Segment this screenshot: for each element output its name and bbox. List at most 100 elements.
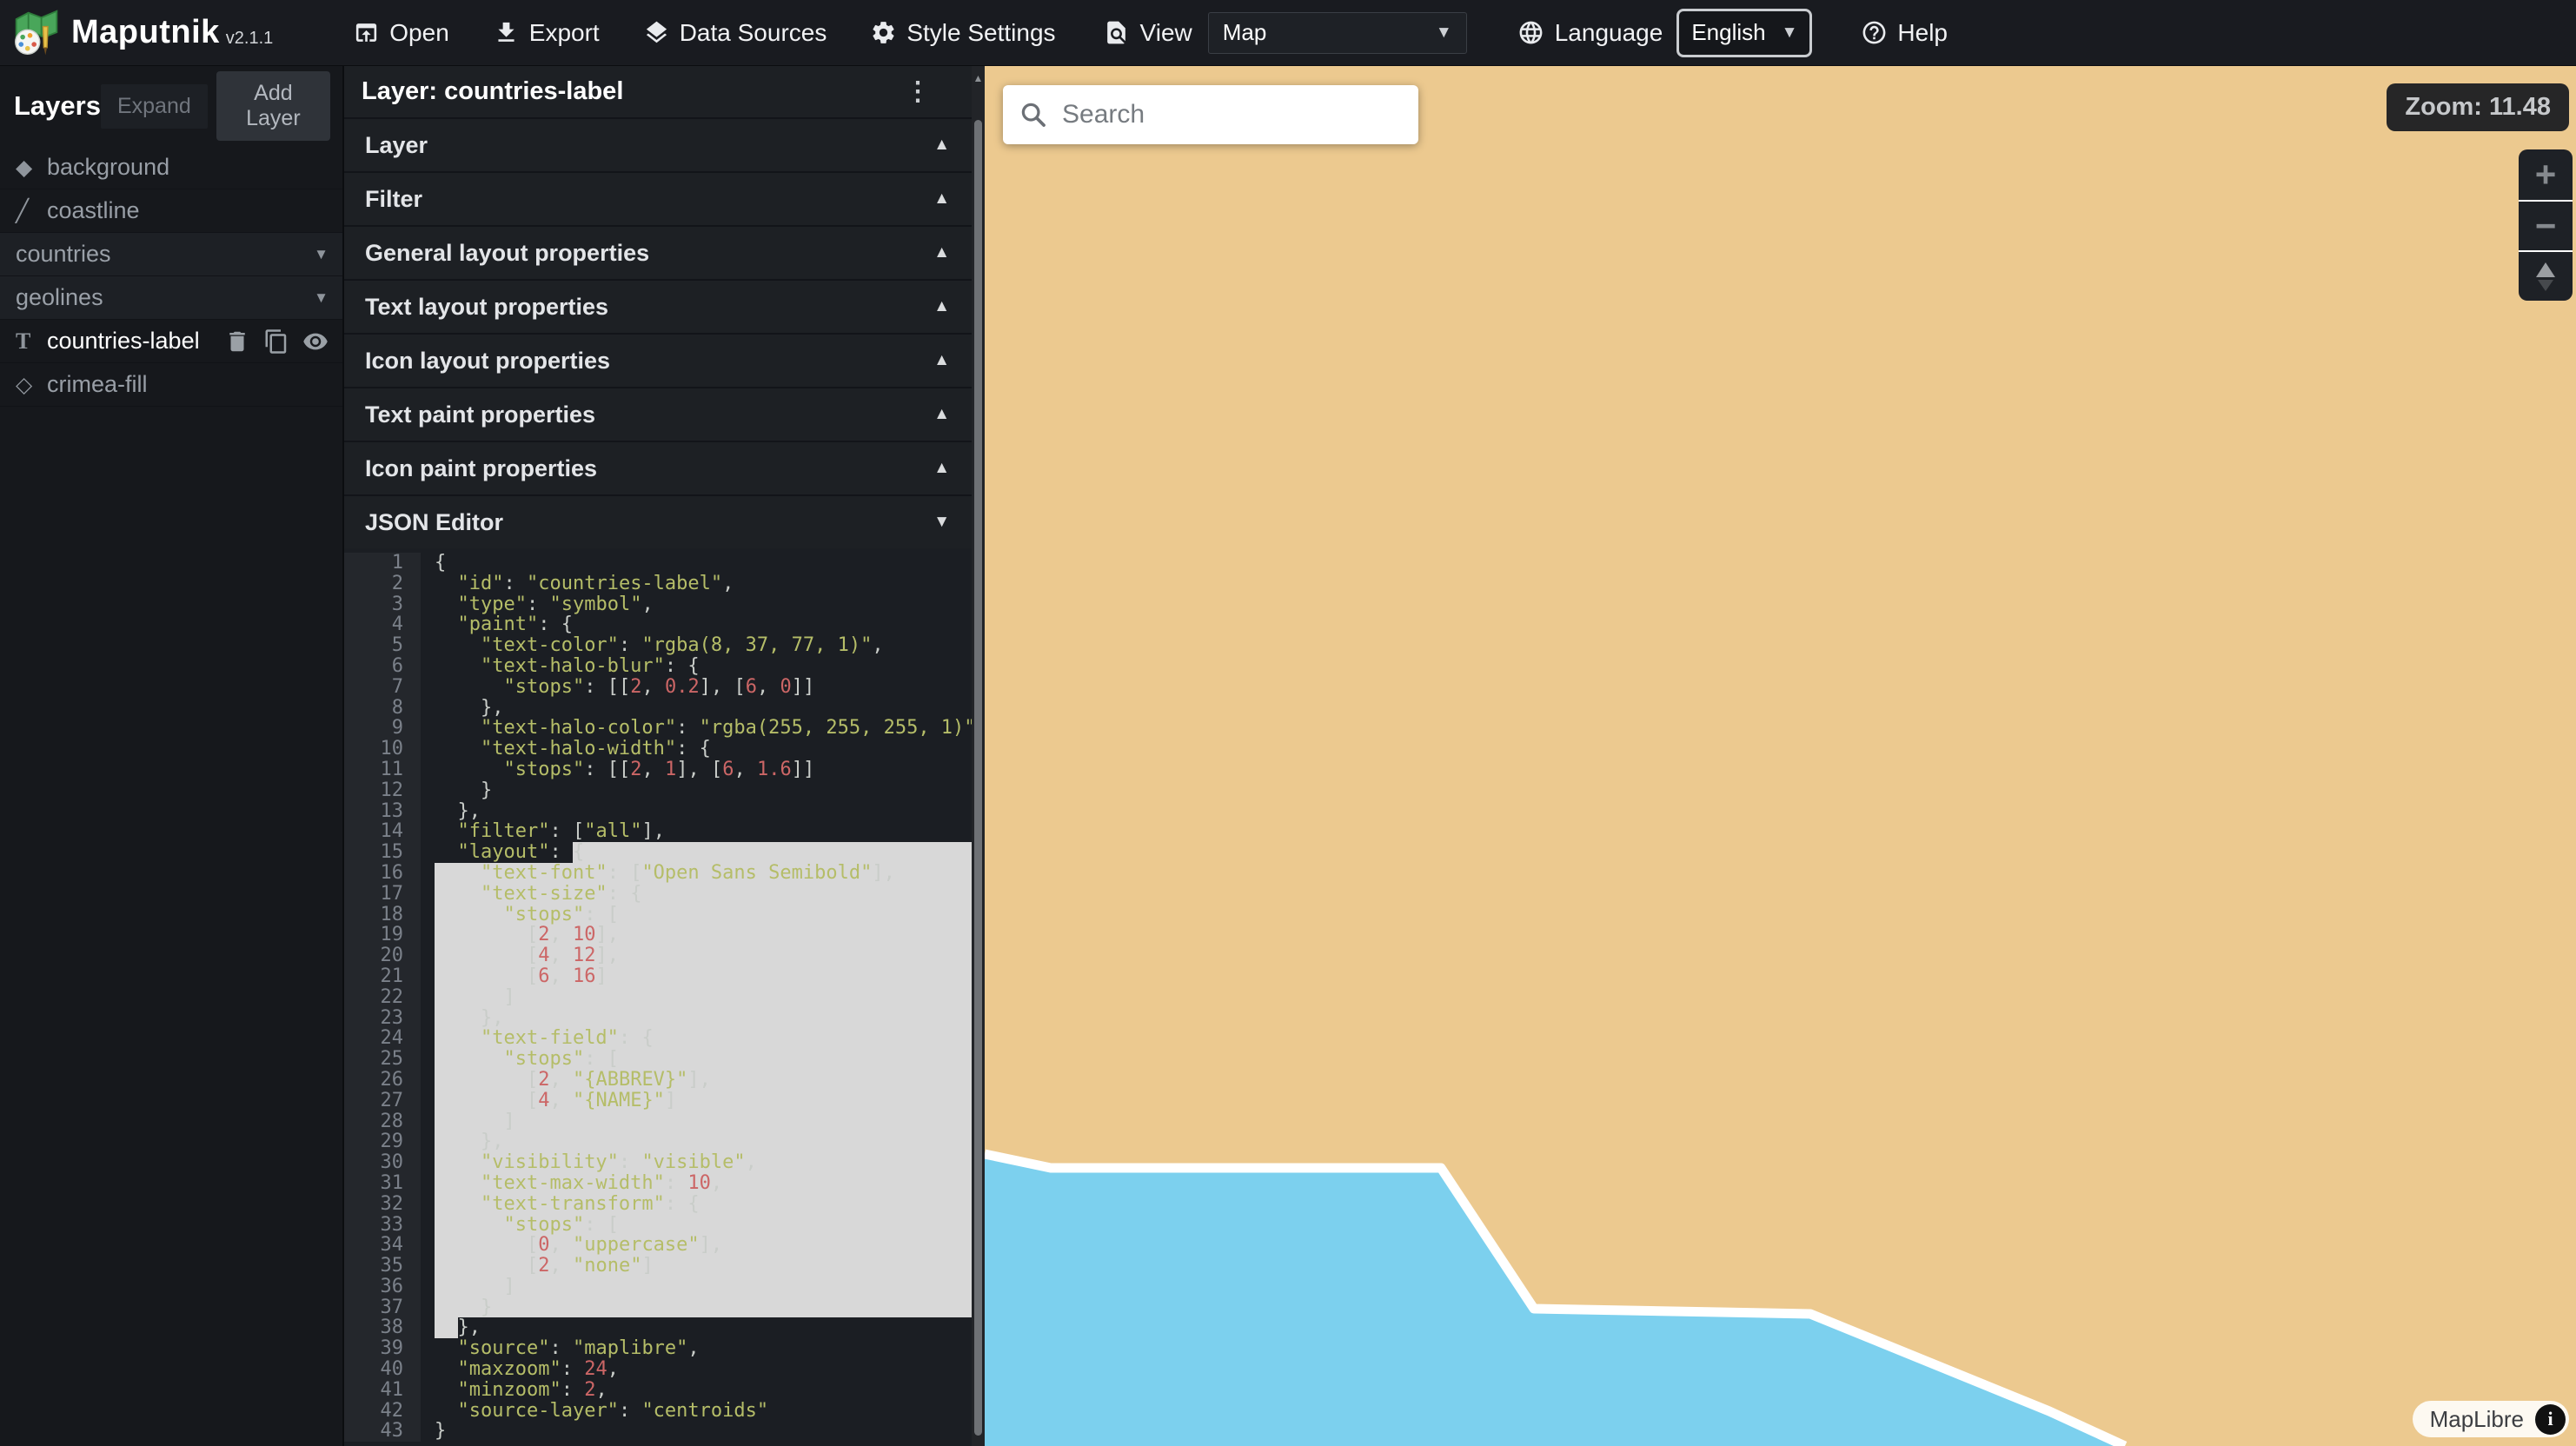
line-number: 6 [344, 656, 421, 677]
layer-row-background[interactable]: ◆background [0, 146, 342, 189]
code-line-3[interactable]: 3 "type": "symbol", [344, 594, 985, 615]
code-line-20[interactable]: 20 [4, 12], [344, 945, 985, 966]
zoom-in-button[interactable]: + [2519, 149, 2573, 200]
visibility-icon[interactable] [302, 328, 329, 355]
chevron-down-icon[interactable]: ▼ [314, 246, 329, 263]
code-line-21[interactable]: 21 [6, 16] [344, 966, 985, 987]
line-number: 43 [344, 1421, 421, 1442]
line-code: }, [421, 1008, 985, 1029]
code-line-11[interactable]: 11 "stops": [[2, 1], [6, 1.6]] [344, 759, 985, 780]
zoom-out-button[interactable]: − [2519, 200, 2573, 250]
code-line-19[interactable]: 19 [2, 10], [344, 925, 985, 945]
line-number: 15 [344, 842, 421, 863]
export-button[interactable]: Export [493, 19, 600, 47]
code-line-29[interactable]: 29 }, [344, 1131, 985, 1152]
layer-actions [224, 328, 329, 355]
section-text-paint-properties[interactable]: Text paint properties▲ [344, 387, 985, 441]
line-code: "paint": { [421, 614, 985, 635]
layer-row-crimea-fill[interactable]: ◇crimea-fill [0, 363, 342, 407]
code-line-25[interactable]: 25 "stops": [ [344, 1049, 985, 1070]
scrollbar-thumb[interactable] [974, 120, 982, 1436]
section-icon-paint-properties[interactable]: Icon paint properties▲ [344, 441, 985, 494]
section-json-editor[interactable]: JSON Editor▼ [344, 494, 985, 548]
map-view[interactable]: Zoom: 11.48 + − MapLibre i [985, 66, 2576, 1446]
code-line-6[interactable]: 6 "text-halo-blur": { [344, 656, 985, 677]
data-sources-label: Data Sources [680, 19, 827, 47]
code-line-2[interactable]: 2 "id": "countries-label", [344, 574, 985, 594]
code-line-16[interactable]: 16 "text-font": ["Open Sans Semibold"], [344, 863, 985, 884]
code-line-38[interactable]: 38 }, [344, 1317, 985, 1338]
line-code: "stops": [[2, 1], [6, 1.6]] [421, 759, 985, 780]
section-general-layout-properties[interactable]: General layout properties▲ [344, 225, 985, 279]
code-line-36[interactable]: 36 ] [344, 1277, 985, 1297]
code-line-12[interactable]: 12 } [344, 780, 985, 801]
info-icon[interactable]: i [2535, 1404, 2566, 1435]
code-line-15[interactable]: 15 "layout": { [344, 842, 985, 863]
code-line-24[interactable]: 24 "text-field": { [344, 1028, 985, 1049]
code-line-9[interactable]: 9 "text-halo-color": "rgba(255, 255, 255… [344, 718, 985, 739]
section-label: General layout properties [365, 240, 649, 267]
code-line-26[interactable]: 26 [2, "{ABBREV}"], [344, 1070, 985, 1091]
language-select[interactable]: English ▼ [1676, 9, 1812, 57]
code-line-37[interactable]: 37 } [344, 1297, 985, 1318]
compass-button[interactable] [2519, 250, 2573, 301]
code-line-33[interactable]: 33 "stops": [ [344, 1215, 985, 1236]
map-canvas[interactable] [985, 66, 2576, 1446]
code-line-1[interactable]: 1{ [344, 553, 985, 574]
code-line-17[interactable]: 17 "text-size": { [344, 884, 985, 905]
code-line-39[interactable]: 39 "source": "maplibre", [344, 1338, 985, 1359]
json-editor[interactable]: 1{2 "id": "countries-label",3 "type": "s… [344, 548, 985, 1446]
expand-button[interactable]: Expand [101, 84, 208, 129]
code-line-18[interactable]: 18 "stops": [ [344, 905, 985, 925]
code-line-43[interactable]: 43} [344, 1421, 985, 1442]
line-number: 2 [344, 574, 421, 594]
line-code: }, [421, 698, 985, 719]
code-line-31[interactable]: 31 "text-max-width": 10, [344, 1173, 985, 1194]
line-code: "text-halo-blur": { [421, 656, 985, 677]
code-line-8[interactable]: 8 }, [344, 698, 985, 719]
chevron-up-icon: ▲ [933, 351, 950, 370]
code-line-14[interactable]: 14 "filter": ["all"], [344, 821, 985, 842]
section-layer[interactable]: Layer▲ [344, 117, 985, 171]
line-code: "text-size": { [421, 884, 985, 905]
help-group[interactable]: Help [1861, 19, 1948, 47]
chevron-up-icon: ▲ [933, 459, 950, 478]
code-line-28[interactable]: 28 ] [344, 1111, 985, 1132]
code-line-40[interactable]: 40 "maxzoom": 24, [344, 1359, 985, 1380]
section-icon-layout-properties[interactable]: Icon layout properties▲ [344, 333, 985, 387]
search-input[interactable] [1062, 100, 1403, 129]
code-line-23[interactable]: 23 }, [344, 1008, 985, 1029]
code-line-13[interactable]: 13 }, [344, 801, 985, 822]
duplicate-icon[interactable] [263, 328, 289, 355]
code-line-5[interactable]: 5 "text-color": "rgba(8, 37, 77, 1)", [344, 635, 985, 656]
layer-group-geolines[interactable]: geolines▼ [0, 276, 342, 320]
code-line-35[interactable]: 35 [2, "none"] [344, 1256, 985, 1277]
data-sources-button[interactable]: Data Sources [643, 19, 827, 47]
code-line-30[interactable]: 30 "visibility": "visible", [344, 1152, 985, 1173]
open-button[interactable]: Open [353, 19, 449, 47]
code-line-7[interactable]: 7 "stops": [[2, 0.2], [6, 0]] [344, 677, 985, 698]
chevron-down-icon[interactable]: ▼ [314, 289, 329, 307]
view-select[interactable]: Map ▼ [1208, 12, 1467, 54]
section-text-layout-properties[interactable]: Text layout properties▲ [344, 279, 985, 333]
kebab-menu-icon[interactable]: ⋮ [905, 79, 931, 105]
layer-group-countries[interactable]: countries▼ [0, 233, 342, 276]
style-settings-button[interactable]: Style Settings [870, 19, 1055, 47]
code-line-27[interactable]: 27 [4, "{NAME}"] [344, 1091, 985, 1111]
code-line-34[interactable]: 34 [0, "uppercase"], [344, 1235, 985, 1256]
code-line-42[interactable]: 42 "source-layer": "centroids" [344, 1401, 985, 1422]
code-line-4[interactable]: 4 "paint": { [344, 614, 985, 635]
code-line-10[interactable]: 10 "text-halo-width": { [344, 739, 985, 759]
add-layer-button[interactable]: Add Layer [216, 71, 330, 141]
code-line-32[interactable]: 32 "text-transform": { [344, 1194, 985, 1215]
layer-row-coastline[interactable]: ╱coastline [0, 189, 342, 233]
section-filter[interactable]: Filter▲ [344, 171, 985, 225]
panel-scrollbar[interactable]: ▲ [972, 66, 985, 1446]
layer-row-countries-label[interactable]: Tcountries-label [0, 320, 342, 363]
delete-icon[interactable] [224, 328, 250, 355]
export-icon [493, 19, 520, 46]
code-line-41[interactable]: 41 "minzoom": 2, [344, 1380, 985, 1401]
layer-label: background [47, 154, 169, 181]
code-line-22[interactable]: 22 ] [344, 987, 985, 1008]
scrollbar-up-arrow-icon[interactable]: ▲ [972, 72, 985, 84]
